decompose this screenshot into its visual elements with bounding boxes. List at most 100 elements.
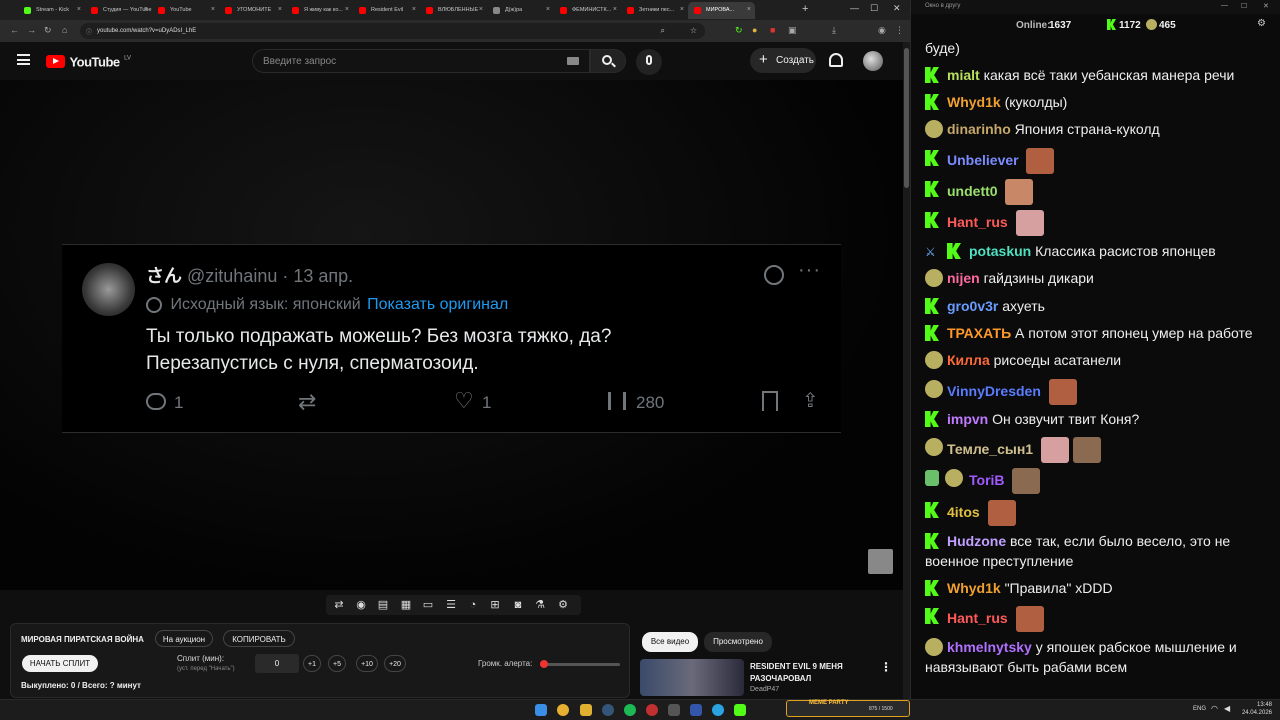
app-icon[interactable] xyxy=(668,704,680,716)
browser-tab[interactable]: YouTube × xyxy=(152,2,219,19)
close-tab-icon[interactable]: × xyxy=(747,6,751,13)
chat-username[interactable]: mialt xyxy=(947,67,980,83)
chat-username[interactable]: Hant_rus xyxy=(947,610,1008,626)
chat-username[interactable]: undett0 xyxy=(947,183,998,199)
reload-icon[interactable]: ↻ xyxy=(44,25,52,35)
hide-tweet-icon[interactable] xyxy=(764,265,784,285)
playlist-icon[interactable]: ▦ xyxy=(399,598,413,612)
browser-menu-icon[interactable]: ⋮ xyxy=(895,25,904,35)
bookmark-star-icon[interactable]: ☆ xyxy=(690,26,697,35)
start-split-button[interactable]: НАЧАТЬ СПЛИТ xyxy=(22,655,98,672)
alert-volume-thumb[interactable] xyxy=(540,660,548,668)
chat-username[interactable]: Whyd1k xyxy=(947,580,1001,596)
increment-button[interactable]: +5 xyxy=(328,655,346,672)
alert-volume-slider[interactable] xyxy=(540,660,620,668)
windows-start-icon[interactable] xyxy=(535,704,547,716)
page-scrollbar[interactable] xyxy=(903,42,910,699)
close-tab-icon[interactable]: × xyxy=(211,6,215,13)
picture-in-picture-icon[interactable]: ▭ xyxy=(421,598,435,612)
browser-tab[interactable]: Зетники пес... × xyxy=(621,2,688,19)
youtube-logo[interactable]: YouTube LV xyxy=(46,53,131,69)
volume-icon[interactable]: ◀ xyxy=(1224,704,1230,713)
chat-username[interactable]: Unbeliever xyxy=(947,152,1019,168)
app-icon[interactable] xyxy=(646,704,658,716)
on-auction-button[interactable]: На аукцион xyxy=(155,630,213,647)
wifi-icon[interactable]: ◠ xyxy=(1211,704,1218,713)
channel-watermark[interactable] xyxy=(868,549,893,574)
video-title[interactable]: RESIDENT EVIL 9 МЕНЯ РАЗОЧАРОВАЛ xyxy=(750,661,843,685)
close-tab-icon[interactable]: × xyxy=(546,6,550,13)
close-tab-icon[interactable]: × xyxy=(613,6,617,13)
bookmark-icon[interactable] xyxy=(762,391,778,411)
app-icon[interactable] xyxy=(734,704,746,716)
chat-username[interactable]: 4itos xyxy=(947,504,980,520)
voice-search-button[interactable] xyxy=(636,49,662,75)
chat-username[interactable]: ТРАХАТЬ xyxy=(947,325,1011,341)
video-menu-icon[interactable]: ⋮ xyxy=(880,660,892,674)
chat-username[interactable]: Whyd1k xyxy=(947,94,1001,110)
watch-later-icon[interactable]: ▤ xyxy=(376,598,390,612)
browser-tab[interactable]: УГОМОНИТЕ × xyxy=(219,2,286,19)
back-icon[interactable]: ← xyxy=(10,25,19,35)
chat-username[interactable]: potaskun xyxy=(969,243,1031,259)
meme-party-widget[interactable]: MEME PARTY 875 / 1500 xyxy=(786,700,910,717)
settings-icon[interactable]: ⚙ xyxy=(1257,18,1266,29)
close-tab-icon[interactable]: × xyxy=(479,6,483,13)
show-original-link[interactable]: Показать оригинал xyxy=(367,296,508,313)
browser-tab[interactable]: Д(ж)ра × xyxy=(487,2,554,19)
browser-tab[interactable]: Stream - Kick × xyxy=(18,2,85,19)
chat-username[interactable]: dinarinho xyxy=(947,121,1011,137)
chat-username[interactable]: khmelnytsky xyxy=(947,639,1032,655)
language-indicator[interactable]: ENG xyxy=(1193,706,1206,712)
like-icon[interactable]: ♡ xyxy=(454,388,474,414)
gear-icon[interactable]: ⚙ xyxy=(556,598,570,612)
reply-icon[interactable] xyxy=(146,393,166,410)
extension-icon[interactable]: ■ xyxy=(770,25,775,35)
chat-username[interactable]: nijen xyxy=(947,270,980,286)
maximize-button[interactable]: ☐ xyxy=(1241,2,1247,10)
tab-all-videos[interactable]: Все видео xyxy=(642,632,698,652)
close-tab-icon[interactable]: × xyxy=(680,6,684,13)
new-tab-button[interactable]: + xyxy=(802,3,808,15)
chat-username[interactable]: gro0v3r xyxy=(947,298,998,314)
broadcast-icon[interactable]: ◉ xyxy=(354,598,368,612)
spotify-icon[interactable] xyxy=(624,704,636,716)
share-icon[interactable]: ⇪ xyxy=(802,388,819,413)
increment-button[interactable]: +20 xyxy=(384,655,406,672)
close-window-button[interactable]: ✕ xyxy=(893,3,901,14)
forward-icon[interactable]: → xyxy=(27,25,36,35)
zoom-icon[interactable]: ⌕ xyxy=(661,26,665,36)
chat-username[interactable]: impvn xyxy=(947,411,988,427)
add-to-queue-icon[interactable]: ⊞ xyxy=(488,598,502,612)
extension-icon[interactable]: ● xyxy=(752,25,757,35)
profile-icon[interactable]: ◉ xyxy=(878,25,886,35)
telegram-icon[interactable] xyxy=(712,704,724,716)
tab-watched[interactable]: Просмотрено xyxy=(704,632,772,652)
close-tab-icon[interactable]: × xyxy=(278,6,282,13)
close-window-button[interactable]: ✕ xyxy=(1263,2,1269,10)
search-button[interactable] xyxy=(590,49,626,73)
loop-icon[interactable]: ⇄ xyxy=(332,598,346,612)
increment-button[interactable]: +10 xyxy=(356,655,378,672)
close-tab-icon[interactable]: × xyxy=(412,6,416,13)
chat-username[interactable]: Килла xyxy=(947,352,990,368)
browser-tab[interactable]: МИРОВА... × xyxy=(688,2,755,19)
speed-icon[interactable]: ◔ xyxy=(466,598,480,612)
chat-username[interactable]: ToriB xyxy=(969,472,1005,488)
search-input[interactable]: Введите запрос xyxy=(252,49,590,73)
close-tab-icon[interactable]: × xyxy=(144,6,148,13)
chat-username[interactable]: Hudzone xyxy=(947,533,1006,549)
notifications-bell-icon[interactable] xyxy=(829,53,843,67)
chat-username[interactable]: VinnyDresden xyxy=(947,383,1041,399)
retweet-icon[interactable]: ⇄ xyxy=(298,389,316,415)
browser-tab[interactable]: Resident Evil × xyxy=(353,2,420,19)
chrome-icon[interactable] xyxy=(557,704,569,716)
download-icon[interactable]: ⤓ xyxy=(832,25,836,35)
chat-username[interactable]: Темле_сын1 xyxy=(947,441,1033,457)
copy-button[interactable]: КОПИРОВАТЬ xyxy=(223,630,295,647)
browser-tab[interactable]: ФЕМИНИСТК... × xyxy=(554,2,621,19)
steam-icon[interactable] xyxy=(602,704,614,716)
screenshot-icon[interactable]: ◙ xyxy=(511,598,525,612)
create-button[interactable]: + Создать xyxy=(750,48,816,73)
more-options-icon[interactable]: ··· xyxy=(798,259,821,282)
